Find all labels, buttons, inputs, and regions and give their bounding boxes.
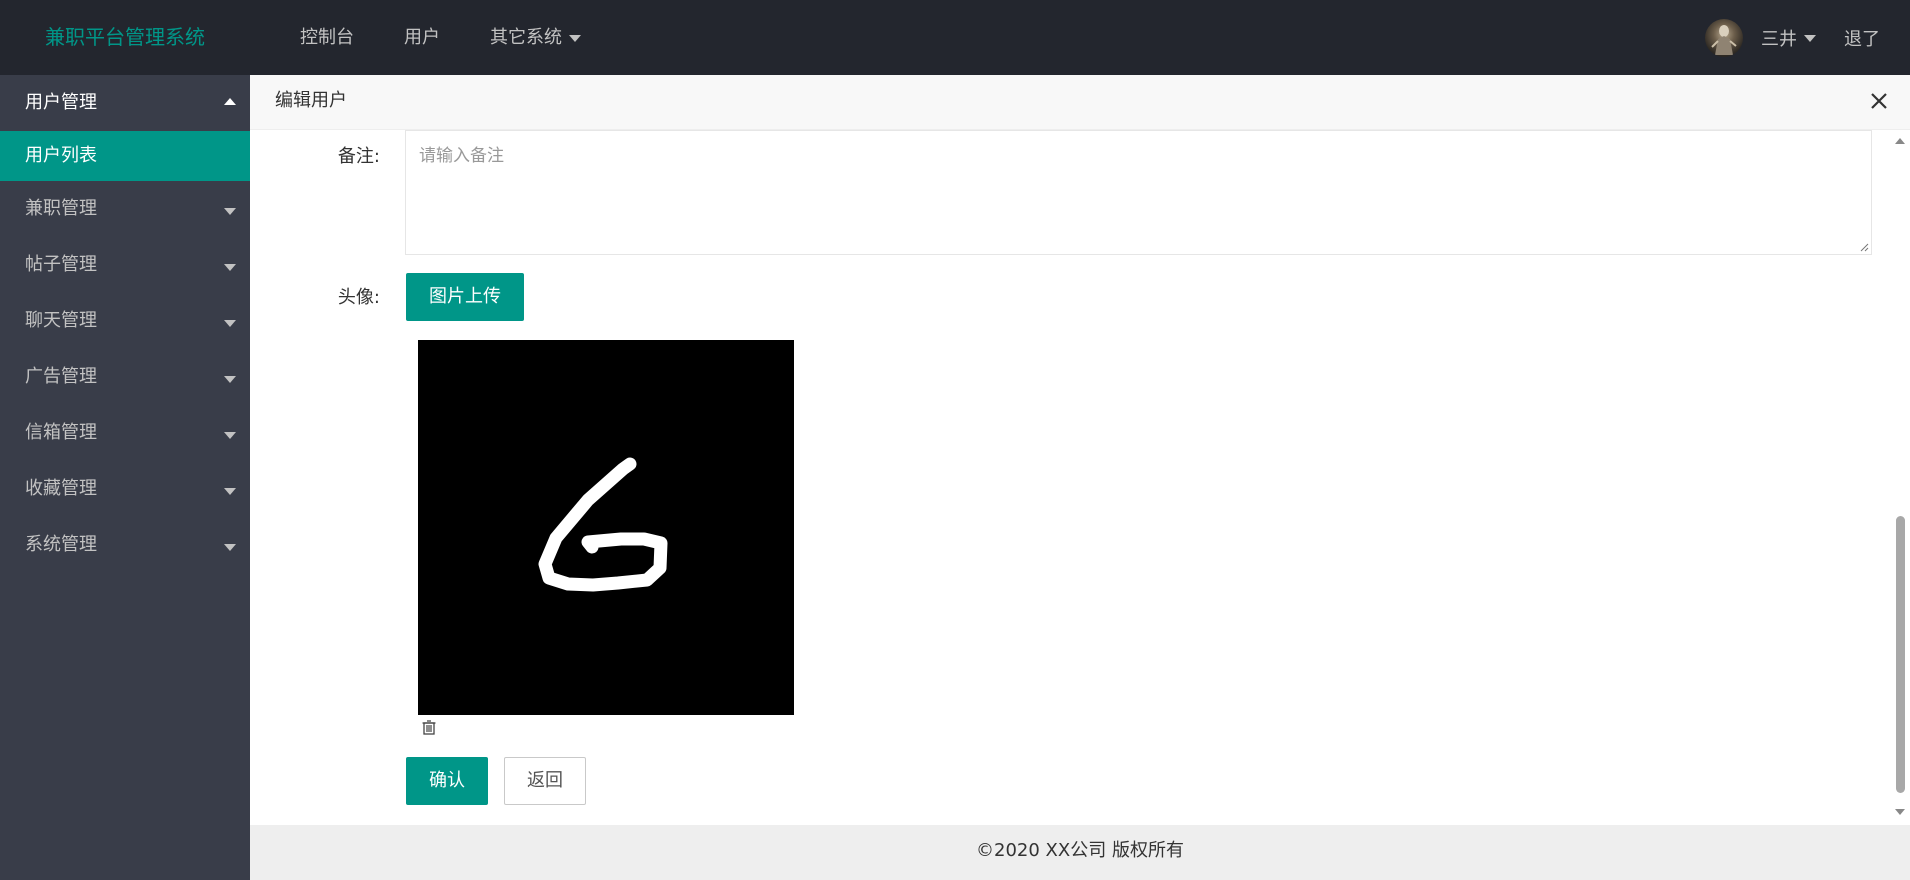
- resize-grip-icon[interactable]: [1859, 242, 1869, 252]
- chevron-down-icon: [224, 432, 236, 439]
- sidebar-item-user-list[interactable]: 用户列表: [0, 131, 250, 181]
- nav-item-user[interactable]: 用户: [379, 0, 465, 75]
- user-menu[interactable]: 三井: [1761, 25, 1816, 51]
- panel-title: 编辑用户: [275, 90, 347, 111]
- copyright-text: ©2020 XX公司 版权所有: [976, 840, 1184, 861]
- remark-textarea[interactable]: 请输入备注: [405, 130, 1872, 255]
- app-logo-title[interactable]: 兼职平台管理系统: [45, 0, 205, 74]
- sidebar-item-parttime[interactable]: 兼职管理: [0, 181, 250, 237]
- chevron-down-icon: [1804, 35, 1816, 42]
- avatar-label: 头像:: [337, 287, 380, 308]
- top-header: 兼职平台管理系统 控制台 用户 其它系统 三井 退了: [0, 0, 1910, 75]
- logout-link[interactable]: 退了: [1844, 25, 1880, 51]
- sidebar-item-label: 广告管理: [25, 366, 97, 387]
- close-icon[interactable]: [1868, 90, 1890, 112]
- top-nav: 控制台 用户 其它系统: [275, 0, 606, 75]
- back-button[interactable]: 返回: [504, 757, 586, 805]
- footer: ©2020 XX公司 版权所有: [250, 825, 1910, 880]
- sidebar-item-label: 兼职管理: [25, 198, 97, 219]
- avatar-figure-icon: [1711, 24, 1737, 55]
- nav-item-console[interactable]: 控制台: [275, 0, 379, 75]
- sidebar-item-favorites[interactable]: 收藏管理: [0, 461, 250, 517]
- sidebar-item-label: 用户管理: [25, 92, 97, 113]
- avatar[interactable]: [1705, 18, 1743, 57]
- chevron-down-icon: [224, 376, 236, 383]
- user-area: 三井 退了: [1705, 0, 1880, 75]
- nav-item-other-systems[interactable]: 其它系统: [465, 0, 606, 75]
- sidebar-item-user-management[interactable]: 用户管理: [0, 75, 250, 131]
- remark-label: 备注:: [337, 146, 380, 167]
- chevron-down-icon: [224, 264, 236, 271]
- edit-user-panel: 编辑用户 备注: 请输入备注 头像: 图片上传 确认 返回: [250, 75, 1910, 825]
- nav-label: 用户: [404, 26, 440, 48]
- avatar-preview-image: [418, 340, 794, 715]
- scroll-up-icon[interactable]: [1895, 138, 1905, 144]
- vertical-scrollbar[interactable]: [1892, 130, 1910, 825]
- chevron-down-icon: [224, 320, 236, 327]
- chevron-up-icon: [224, 98, 236, 105]
- chevron-down-icon: [224, 544, 236, 551]
- sidebar-item-label: 系统管理: [25, 534, 97, 555]
- sidebar: 用户管理 用户列表 兼职管理 帖子管理 聊天管理 广告管理 信箱管理 收藏管理 …: [0, 75, 250, 880]
- user-name: 三井: [1761, 28, 1797, 50]
- sidebar-item-system[interactable]: 系统管理: [0, 517, 250, 573]
- upload-image-button[interactable]: 图片上传: [406, 273, 524, 321]
- nav-label: 控制台: [300, 26, 354, 48]
- sidebar-item-label: 帖子管理: [25, 254, 97, 275]
- sidebar-item-label: 聊天管理: [25, 310, 97, 331]
- trash-icon[interactable]: [421, 719, 437, 735]
- chevron-down-icon: [224, 488, 236, 495]
- sidebar-item-label: 收藏管理: [25, 478, 97, 499]
- remark-placeholder: 请输入备注: [419, 146, 504, 166]
- sidebar-item-label: 信箱管理: [25, 422, 97, 443]
- confirm-button[interactable]: 确认: [406, 757, 488, 805]
- nav-label: 其它系统: [490, 26, 562, 48]
- chevron-down-icon: [569, 35, 581, 42]
- sidebar-item-ads[interactable]: 广告管理: [0, 349, 250, 405]
- digit-six-image: [538, 457, 668, 592]
- sidebar-item-mailbox[interactable]: 信箱管理: [0, 405, 250, 461]
- scrollbar-thumb[interactable]: [1896, 516, 1905, 793]
- chevron-down-icon: [224, 208, 236, 215]
- sidebar-item-posts[interactable]: 帖子管理: [0, 237, 250, 293]
- scroll-down-icon[interactable]: [1895, 809, 1905, 815]
- form-content: 备注: 请输入备注 头像: 图片上传 确认 返回: [250, 130, 1892, 825]
- panel-header: 编辑用户: [250, 75, 1910, 130]
- sidebar-item-chat[interactable]: 聊天管理: [0, 293, 250, 349]
